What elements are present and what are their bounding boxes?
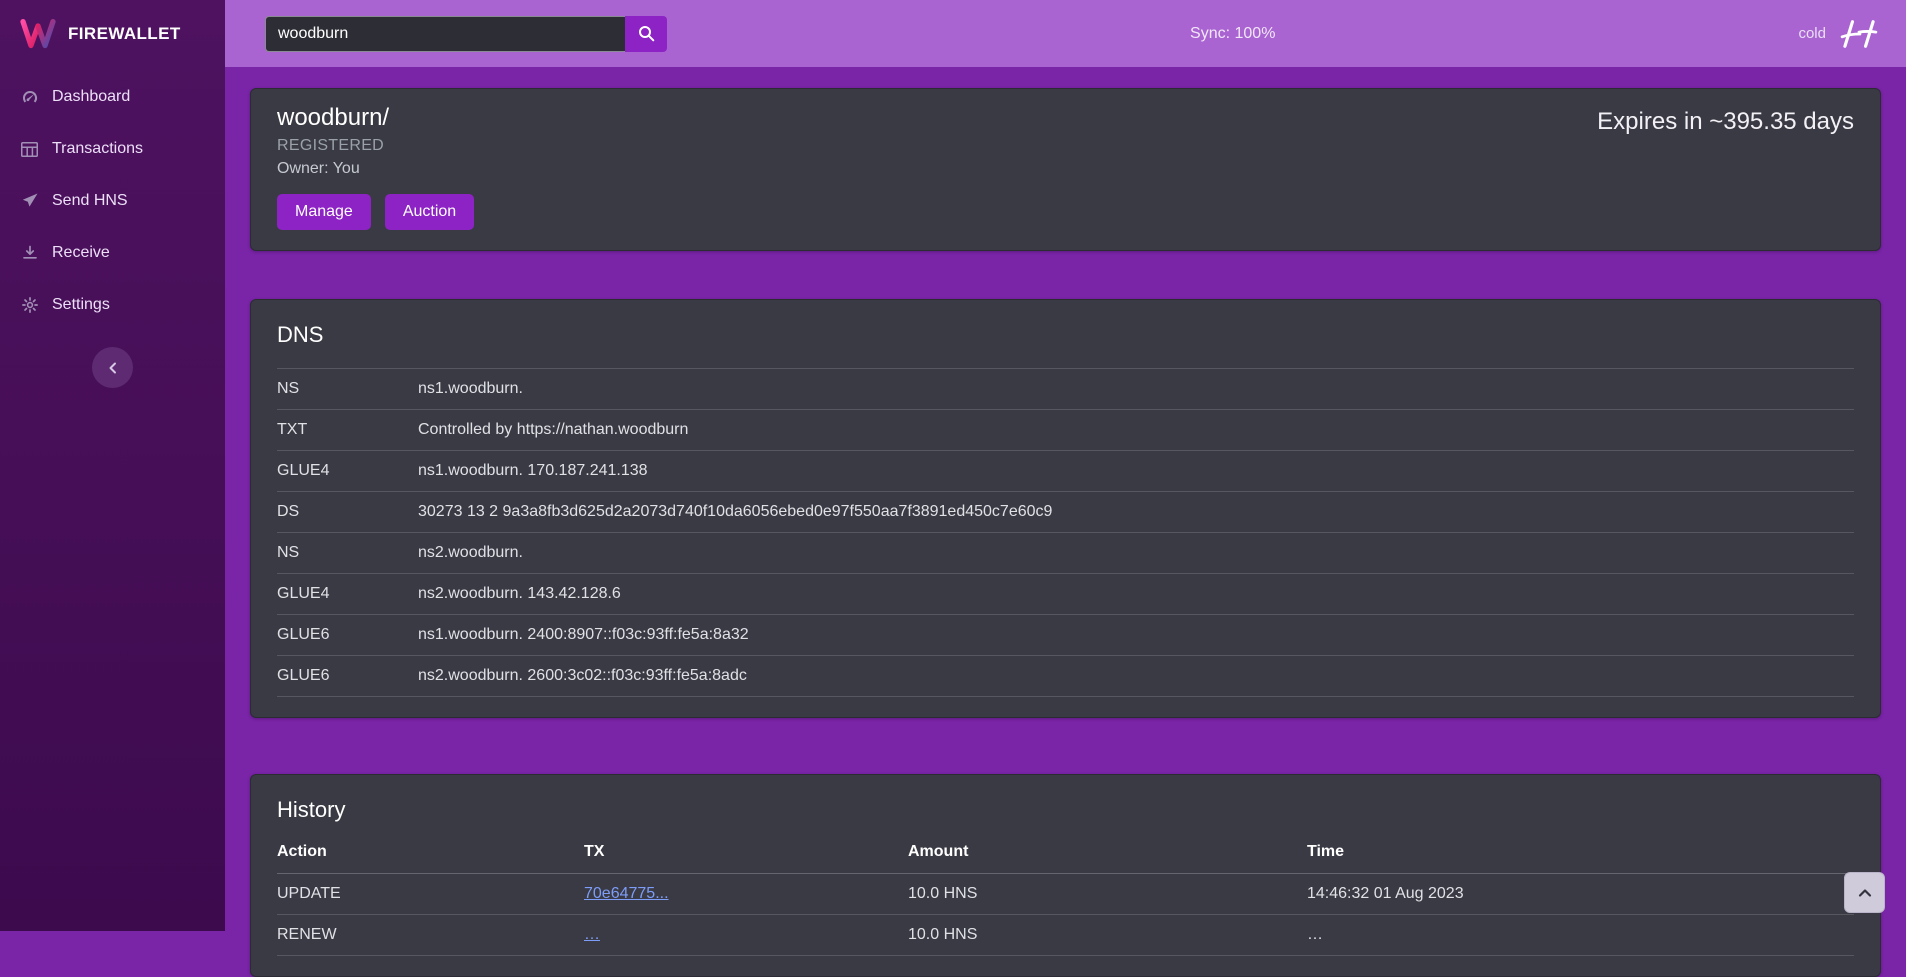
search-group <box>265 16 667 52</box>
table-icon <box>20 142 39 157</box>
dns-table: NS ns1.woodburn. TXT Controlled by https… <box>277 368 1854 697</box>
tx-link[interactable]: 70e64775... <box>584 885 669 902</box>
firewallet-logo-icon <box>20 19 56 49</box>
dns-record-type: NS <box>277 533 418 574</box>
sync-status: Sync: 100% <box>667 25 1798 43</box>
topbar-right: cold <box>1798 19 1880 49</box>
sidebar-item-transactions[interactable]: Transactions <box>0 123 225 175</box>
dns-record-row: GLUE6 ns2.woodburn. 2600:3c02::f03c:93ff… <box>277 656 1854 697</box>
dns-record-value: ns1.woodburn. 2400:8907::f03c:93ff:fe5a:… <box>418 615 1854 656</box>
dns-card-title: DNS <box>277 322 1854 348</box>
dns-record-value: ns1.woodburn. <box>418 369 1854 410</box>
history-table: Action TX Amount Time UPDATE 70e64775...… <box>277 833 1854 956</box>
chevron-up-icon <box>1857 885 1873 901</box>
dns-record-value: ns2.woodburn. 2600:3c02::f03c:93ff:fe5a:… <box>418 656 1854 697</box>
main-content: woodburn/ REGISTERED Owner: You Expires … <box>225 67 1906 977</box>
wallet-mode-label: cold <box>1798 25 1826 42</box>
search-input[interactable] <box>265 16 625 52</box>
sidebar-nav: Dashboard Transactions Send HNS <box>0 67 225 331</box>
dns-record-row: GLUE4 ns1.woodburn. 170.187.241.138 <box>277 451 1854 492</box>
sidebar-item-label: Send HNS <box>52 192 128 210</box>
domain-status: REGISTERED <box>277 137 1854 155</box>
dns-record-row: GLUE4 ns2.woodburn. 143.42.128.6 <box>277 574 1854 615</box>
domain-owner: Owner: You <box>277 160 1854 178</box>
dns-record-row: DS 30273 13 2 9a3a8fb3d625d2a2073d740f10… <box>277 492 1854 533</box>
history-time: 14:46:32 01 Aug 2023 <box>1307 874 1854 915</box>
sidebar-item-settings[interactable]: Settings <box>0 279 225 331</box>
sidebar: FIREWALLET Dashboard Transactions <box>0 0 225 931</box>
history-amount: 10.0 HNS <box>908 915 1307 956</box>
history-action: RENEW <box>277 915 584 956</box>
scroll-to-top-button[interactable] <box>1844 872 1885 913</box>
history-row: RENEW … 10.0 HNS … <box>277 915 1854 956</box>
history-action: UPDATE <box>277 874 584 915</box>
gear-icon <box>20 297 39 313</box>
dns-card: DNS NS ns1.woodburn. TXT Controlled by h… <box>250 299 1881 718</box>
brand[interactable]: FIREWALLET <box>0 0 225 67</box>
topbar: Sync: 100% cold <box>225 0 1906 67</box>
handshake-logo-icon[interactable] <box>1838 19 1880 49</box>
domain-expiry: Expires in ~395.35 days <box>1597 108 1854 136</box>
tx-link[interactable]: … <box>584 926 600 943</box>
chevron-left-icon <box>106 361 120 375</box>
dns-record-row: TXT Controlled by https://nathan.woodbur… <box>277 410 1854 451</box>
sidebar-item-send-hns[interactable]: Send HNS <box>0 175 225 227</box>
dns-record-value: ns1.woodburn. 170.187.241.138 <box>418 451 1854 492</box>
dns-record-type: NS <box>277 369 418 410</box>
manage-button[interactable]: Manage <box>277 194 371 230</box>
dns-record-value: ns2.woodburn. 143.42.128.6 <box>418 574 1854 615</box>
dns-record-type: DS <box>277 492 418 533</box>
history-card: History Action TX Amount Time UPDATE 70e… <box>250 774 1881 977</box>
sidebar-item-label: Settings <box>52 296 110 314</box>
dns-record-row: GLUE6 ns1.woodburn. 2400:8907::f03c:93ff… <box>277 615 1854 656</box>
history-amount: 10.0 HNS <box>908 874 1307 915</box>
sidebar-item-dashboard[interactable]: Dashboard <box>0 71 225 123</box>
sidebar-collapse-button[interactable] <box>92 347 133 388</box>
domain-actions: Manage Auction <box>277 194 1854 230</box>
dns-record-value: ns2.woodburn. <box>418 533 1854 574</box>
sidebar-item-label: Transactions <box>52 140 143 158</box>
history-row: UPDATE 70e64775... 10.0 HNS 14:46:32 01 … <box>277 874 1854 915</box>
sidebar-item-label: Receive <box>52 244 110 262</box>
send-icon <box>20 193 39 209</box>
history-header-amount: Amount <box>908 833 1307 874</box>
domain-card: woodburn/ REGISTERED Owner: You Expires … <box>250 88 1881 251</box>
auction-button[interactable]: Auction <box>385 194 474 230</box>
dns-record-row: NS ns1.woodburn. <box>277 369 1854 410</box>
dns-record-value: 30273 13 2 9a3a8fb3d625d2a2073d740f10da6… <box>418 492 1854 533</box>
search-icon <box>638 25 655 42</box>
brand-name: FIREWALLET <box>68 24 181 44</box>
history-header-action: Action <box>277 833 584 874</box>
dns-record-type: GLUE6 <box>277 656 418 697</box>
receive-icon <box>20 245 39 261</box>
history-header-time: Time <box>1307 833 1854 874</box>
history-header-row: Action TX Amount Time <box>277 833 1854 874</box>
search-button[interactable] <box>625 16 667 52</box>
dns-record-type: GLUE4 <box>277 574 418 615</box>
history-header-tx: TX <box>584 833 908 874</box>
dns-record-type: GLUE4 <box>277 451 418 492</box>
sidebar-item-receive[interactable]: Receive <box>0 227 225 279</box>
dns-record-type: GLUE6 <box>277 615 418 656</box>
history-card-title: History <box>277 797 1854 823</box>
history-time: … <box>1307 915 1854 956</box>
dns-record-type: TXT <box>277 410 418 451</box>
gauge-icon <box>20 89 39 105</box>
dns-record-row: NS ns2.woodburn. <box>277 533 1854 574</box>
sidebar-item-label: Dashboard <box>52 88 130 106</box>
dns-record-value: Controlled by https://nathan.woodburn <box>418 410 1854 451</box>
